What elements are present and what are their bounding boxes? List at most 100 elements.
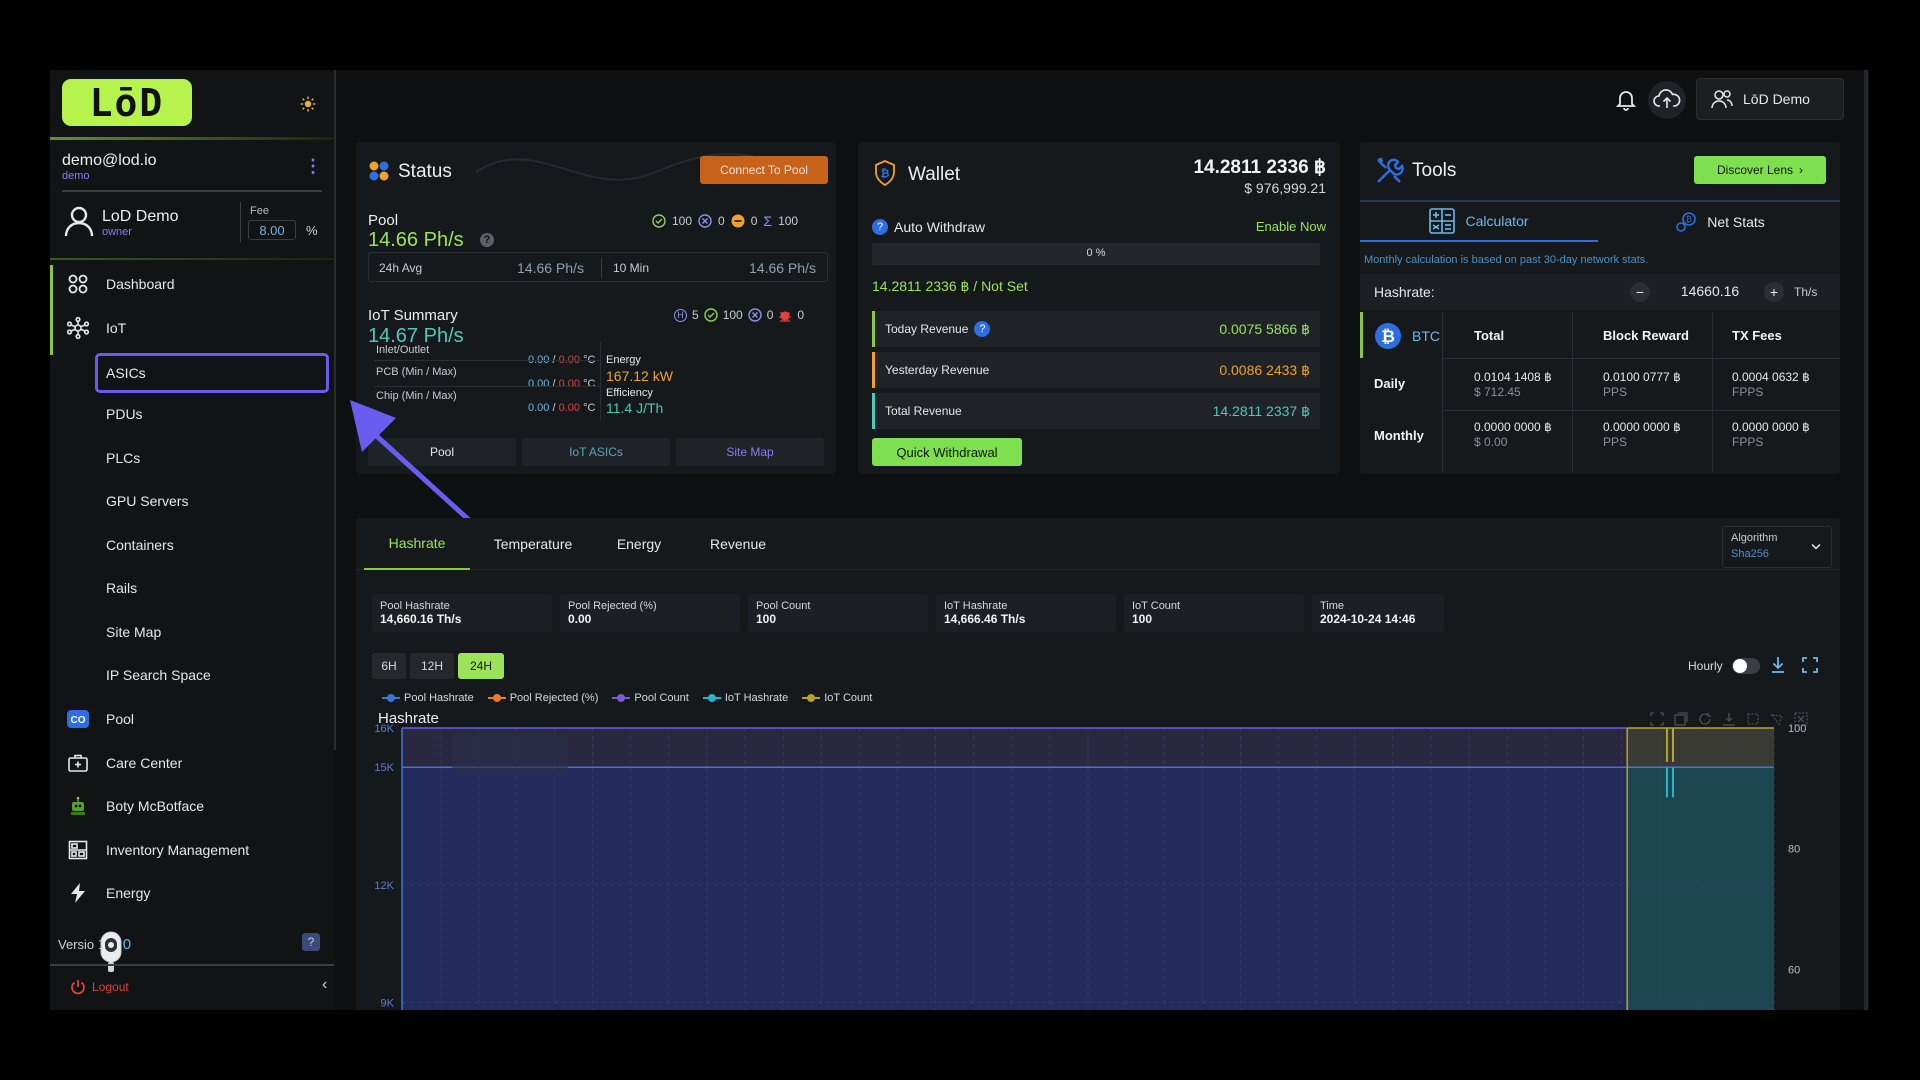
discover-lens-label: Discover Lens: [1716, 163, 1794, 177]
nav-containers[interactable]: Containers: [106, 525, 336, 565]
quick-withdrawal-button[interactable]: Quick Withdrawal: [872, 438, 1022, 466]
temp-rule-1: [374, 360, 600, 361]
energy-value: 167.12 kW: [606, 368, 673, 384]
legend-iot-count[interactable]: IoT Count: [802, 692, 872, 704]
wallet-usd-balance: $ 976,999.21: [1244, 180, 1326, 196]
efficiency-label: Efficiency: [606, 387, 653, 399]
nav-asics[interactable]: ASICs: [95, 353, 329, 393]
stat-pool-rejected-value: 0.00: [568, 612, 592, 626]
page-scrollbar[interactable]: [1863, 70, 1869, 1010]
y-tick-label: 9K: [381, 997, 395, 1009]
tab-calculator[interactable]: Calculator: [1360, 202, 1598, 242]
auto-withdraw-info-icon[interactable]: ?: [872, 219, 888, 235]
hashrate-increment-button[interactable]: +: [1764, 282, 1784, 302]
bug-icon: [779, 311, 792, 322]
today-revenue-label: Today Revenue: [885, 322, 969, 336]
collapse-sidebar-chevron-icon[interactable]: ‹: [322, 976, 327, 994]
nav-inventory-management[interactable]: Inventory Management: [50, 830, 334, 870]
bell-icon[interactable]: [1614, 88, 1638, 112]
range-6h-button[interactable]: 6H: [372, 653, 406, 679]
today-revenue-info-icon[interactable]: ?: [974, 321, 991, 337]
pool-avg-box: 24h Avg 14.66 Ph/s 10 Min 14.66 Ph/s: [368, 252, 828, 282]
help-question-icon[interactable]: ?: [302, 933, 320, 951]
tab-net-stats[interactable]: ₿ Net Stats: [1600, 202, 1840, 242]
range-12h-button[interactable]: 12H: [410, 653, 454, 679]
nav-pool[interactable]: CO Pool: [50, 699, 334, 739]
fee-input[interactable]: 8.00: [248, 220, 296, 240]
tab-iot-asics[interactable]: IoT ASICs: [522, 438, 670, 466]
pool-info-icon[interactable]: ?: [480, 233, 494, 247]
range-24h-button[interactable]: 24H: [458, 653, 504, 679]
nav-site-map[interactable]: Site Map: [106, 612, 336, 652]
stat-pool-hashrate: Pool Hashrate 14,660.16 Th/s: [372, 594, 552, 632]
fullscreen-icon[interactable]: [1802, 657, 1818, 673]
tab-revenue[interactable]: Revenue: [690, 518, 786, 570]
avg10-value: 14.66 Ph/s: [749, 260, 816, 276]
algorithm-label: Algorithm: [1731, 532, 1778, 544]
discover-lens-button[interactable]: Discover Lens ›: [1694, 156, 1826, 184]
nav-rails[interactable]: Rails: [106, 568, 336, 608]
nav-site-map-label: Site Map: [106, 624, 162, 640]
legend-pool-count[interactable]: Pool Count: [612, 692, 689, 704]
temp-rule-2: [374, 386, 600, 387]
account-org: demo: [62, 170, 90, 182]
y-tick-label: 16K: [374, 723, 394, 735]
version-label: Versio: [58, 937, 95, 952]
legend-pool-rejected[interactable]: Pool Rejected (%): [487, 692, 598, 704]
tab-calculator-label: Calculator: [1465, 213, 1529, 229]
avg24-value: 14.66 Ph/s: [517, 260, 584, 276]
logout-button[interactable]: Logout: [70, 979, 129, 995]
calc-row-rule-1: [1442, 358, 1840, 359]
monthly-total-usd: $ 0.00: [1474, 435, 1508, 449]
nav-pdus[interactable]: PDUs: [106, 394, 336, 434]
legend-pool-hashrate[interactable]: Pool Hashrate: [382, 692, 474, 704]
today-revenue-row: Today Revenue ? 0.0075 5866 ฿: [872, 311, 1320, 347]
logo-text: LōD: [89, 80, 165, 125]
tab-temperature[interactable]: Temperature: [478, 518, 588, 570]
tab-energy[interactable]: Energy: [596, 518, 682, 570]
calculator-icon: [1429, 208, 1456, 234]
nav-gpu-servers[interactable]: GPU Servers: [106, 481, 336, 521]
tab-site-map[interactable]: Site Map: [676, 438, 824, 466]
wallet-title: Wallet: [908, 164, 961, 185]
user-menu-button[interactable]: LōD Demo: [1696, 78, 1844, 120]
theme-toggle-sun-icon[interactable]: [296, 92, 320, 116]
nav-energy[interactable]: Energy: [50, 873, 334, 913]
cloud-upload-button[interactable]: [1648, 81, 1686, 119]
hashrate-chart[interactable]: 16K15K12K9K100806040: [356, 718, 1826, 1010]
pool-error-count: 0: [718, 214, 725, 228]
hourly-toggle[interactable]: [1732, 658, 1760, 674]
lod-logo[interactable]: LōD: [62, 79, 192, 126]
chip-max: 0.00: [558, 402, 581, 414]
connect-to-pool-button[interactable]: Connect To Pool: [700, 156, 828, 184]
chip-values: 0.00 / 0.00 °C: [528, 402, 595, 414]
x-circle-icon: [748, 308, 762, 322]
nav-pdus-label: PDUs: [106, 406, 143, 422]
assistant-robot-icon[interactable]: [98, 930, 124, 974]
enable-now-link[interactable]: Enable Now: [1256, 219, 1326, 234]
account-menu-kebab-icon[interactable]: ⋮: [304, 156, 322, 177]
y2-tick-label: 80: [1788, 844, 1800, 856]
nav-iot[interactable]: IoT: [50, 308, 334, 348]
nav-care-center[interactable]: Care Center: [50, 743, 334, 783]
nav-boty-mcbotface[interactable]: Boty McBotface: [50, 786, 334, 826]
nav-dashboard[interactable]: Dashboard: [50, 264, 334, 304]
legend-iot-hashrate[interactable]: IoT Hashrate: [702, 692, 788, 704]
hashrate-decrement-button[interactable]: −: [1630, 282, 1650, 302]
tab-hashrate[interactable]: Hashrate: [364, 518, 470, 570]
stat-pool-hashrate-label: Pool Hashrate: [380, 600, 450, 612]
download-icon[interactable]: [1770, 656, 1786, 674]
stat-iot-hashrate-label: IoT Hashrate: [944, 600, 1008, 612]
algorithm-select[interactable]: Algorithm Sha256: [1722, 526, 1832, 568]
nav-ip-search-space[interactable]: IP Search Space: [106, 655, 336, 695]
legend-pool-count-label: Pool Count: [634, 692, 689, 704]
pool-hashrate-value: 14.66 Ph/s: [368, 229, 464, 251]
nav-plcs[interactable]: PLCs: [106, 438, 336, 478]
hashrate-input[interactable]: 14660.16: [1658, 283, 1762, 299]
y-tick-label: 15K: [374, 762, 394, 774]
y2-tick-label: 100: [1788, 723, 1806, 735]
page-scrollbar-thumb[interactable]: [1864, 70, 1868, 1010]
stat-iot-count-value: 100: [1132, 612, 1153, 626]
pool-counts: 100 0 0 Σ 100: [652, 213, 798, 229]
yesterday-revenue-value: 0.0086 2433 ฿: [1219, 361, 1310, 378]
